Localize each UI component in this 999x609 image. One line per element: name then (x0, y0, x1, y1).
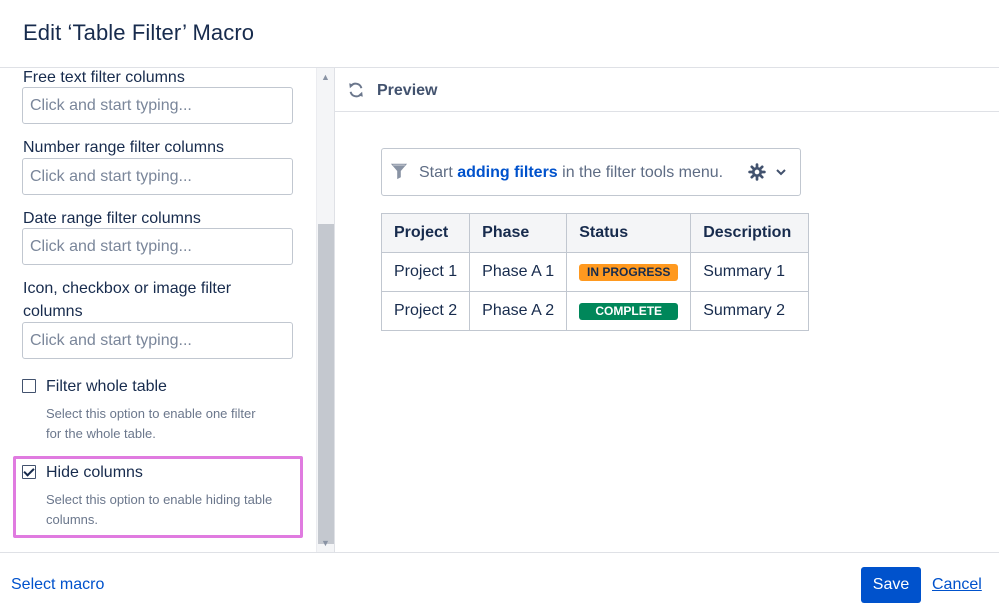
filter-hint-suffix: in the filter tools menu. (557, 164, 724, 181)
funnel-icon (390, 163, 408, 180)
table-header-row: Project Phase Status Description (380, 213, 810, 253)
preview-header: Preview (335, 68, 999, 112)
left-panel-scrollbar[interactable]: ▲ ▼ (316, 68, 334, 552)
date-range-filter-input[interactable] (22, 228, 293, 265)
table-row: Project 2 Phase A 2 COMPLETE Summary 2 (380, 291, 810, 331)
cell-description: Summary 1 (690, 252, 810, 292)
cell-status: IN PROGRESS (566, 252, 692, 292)
cancel-link[interactable]: Cancel (932, 576, 982, 594)
adding-filters-link[interactable]: adding filters (457, 164, 557, 181)
number-range-filter-input[interactable] (22, 158, 293, 195)
preview-panel: Preview Start adding filters in the filt… (334, 68, 999, 552)
refresh-icon[interactable] (347, 81, 365, 99)
filter-hint-prefix: Start (419, 164, 458, 181)
filter-whole-table-help-line2: for the whole table. (46, 426, 156, 441)
column-header-status: Status (566, 213, 692, 253)
cell-phase: Phase A 2 (469, 291, 568, 331)
dialog-header: Edit ‘Table Filter’ Macro (0, 0, 999, 68)
number-range-filter-label: Number range filter columns (23, 139, 224, 156)
cell-description: Summary 2 (690, 291, 810, 331)
filter-toolbar: Start adding filters in the filter tools… (381, 148, 801, 196)
filter-whole-table-checkbox-row[interactable] (22, 379, 36, 393)
chevron-down-icon[interactable] (775, 166, 787, 178)
table-row: Project 1 Phase A 1 IN PROGRESS Summary … (380, 252, 810, 292)
hide-columns-highlight (13, 456, 303, 538)
column-header-phase: Phase (469, 213, 568, 253)
icon-filter-label-line2: columns (23, 303, 83, 320)
dialog-title: Edit ‘Table Filter’ Macro (23, 20, 255, 45)
column-header-project: Project (380, 213, 471, 253)
cell-project: Project 2 (380, 291, 471, 331)
cell-phase: Phase A 1 (469, 252, 568, 292)
status-badge: IN PROGRESS (579, 264, 679, 281)
icon-filter-label-line1: Icon, checkbox or image filter (23, 280, 232, 297)
preview-title: Preview (377, 82, 438, 99)
select-macro-link[interactable]: Select macro (11, 576, 104, 594)
cell-project: Project 1 (380, 252, 471, 292)
scroll-down-arrow-icon[interactable]: ▼ (321, 538, 330, 548)
scrollbar-thumb[interactable] (318, 224, 334, 544)
filter-whole-table-checkbox[interactable] (22, 379, 36, 393)
gear-icon[interactable] (748, 163, 766, 181)
filter-hint-text: Start adding filters in the filter tools… (419, 164, 723, 182)
save-button[interactable]: Save (861, 567, 921, 603)
column-header-description: Description (690, 213, 810, 253)
free-text-filter-input[interactable] (22, 87, 293, 124)
dialog-footer: Select macro Save Cancel (0, 552, 999, 609)
preview-table: Project Phase Status Description Project… (380, 213, 810, 331)
cell-status: COMPLETE (566, 291, 692, 331)
filter-whole-table-help-line1: Select this option to enable one filter (46, 406, 256, 421)
scroll-up-arrow-icon[interactable]: ▲ (321, 72, 330, 82)
date-range-filter-label: Date range filter columns (23, 210, 201, 227)
status-badge: COMPLETE (579, 303, 679, 320)
filter-whole-table-label[interactable]: Filter whole table (46, 377, 167, 397)
free-text-filter-label: Free text filter columns (23, 69, 185, 86)
icon-filter-input[interactable] (22, 322, 293, 359)
